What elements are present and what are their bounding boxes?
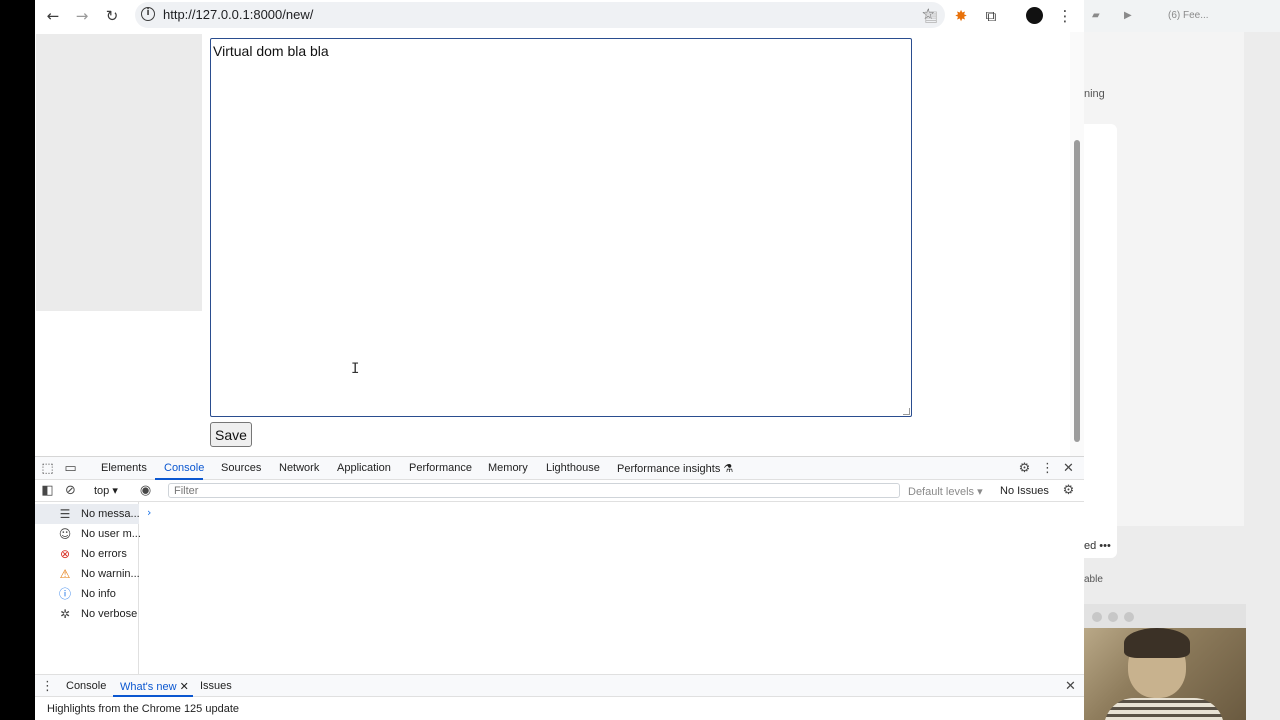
tab-lighthouse[interactable]: Lighthouse [546, 462, 600, 474]
sidebar-item-user-messages[interactable]: ☺ No user m... [35, 524, 141, 544]
screen: ▰ ▶ (6) Fee... ning ed ••• able ← → ↻ i [0, 0, 1280, 720]
background-card [1084, 124, 1117, 558]
webcam-window-titlebar [1084, 604, 1246, 628]
console-sidebar: ☰ No messa... ☺ No user m... ⊗ No errors… [35, 502, 141, 674]
background-app-icon: ▰ [1092, 10, 1100, 21]
warning-icon: ⚠ [59, 567, 71, 581]
minimize-window-button[interactable] [1108, 612, 1118, 622]
text-cursor-icon: I [351, 361, 360, 377]
tab-sources[interactable]: Sources [221, 462, 261, 474]
background-desktop: ▰ ▶ (6) Fee... ning ed ••• able [1084, 0, 1280, 720]
address-bar[interactable]: i http://127.0.0.1:8000/new/ ☆ [135, 2, 945, 28]
drawer-tab-whats-new[interactable]: What's new ✕ [120, 680, 189, 693]
forward-icon[interactable]: → [72, 6, 92, 26]
textarea-value: Virtual dom bla bla [213, 43, 329, 59]
content-textarea[interactable]: Virtual dom bla bla [210, 38, 912, 417]
issues-counter[interactable]: No Issues [1000, 485, 1049, 497]
device-toolbar-icon[interactable]: ▭ [63, 461, 78, 476]
profile-avatar[interactable] [1026, 7, 1043, 24]
scrollbar-thumb[interactable] [1074, 140, 1080, 442]
background-text: ed ••• [1084, 540, 1111, 552]
zoom-window-button[interactable] [1124, 612, 1134, 622]
sidebar-item-info[interactable]: ⓘ No info [35, 584, 139, 604]
drawer-active-indicator [113, 695, 193, 697]
background-tab-linkedin: (6) Fee... [1168, 10, 1209, 21]
extensions-puzzle-icon[interactable]: ⧉ [981, 6, 1001, 26]
whats-new-headline: Highlights from the Chrome 125 update [47, 703, 239, 715]
devtools-panel: ⬚ ▭ Elements Console Sources Network App… [35, 456, 1084, 720]
tab-memory[interactable]: Memory [488, 462, 528, 474]
console-filter-input[interactable] [168, 483, 900, 498]
dropdown-arrow-icon: ▾ [112, 485, 118, 497]
save-button[interactable]: Save [210, 422, 252, 447]
list-icon: ☰ [59, 507, 71, 521]
resize-handle[interactable] [903, 408, 910, 415]
console-settings-gear-icon[interactable]: ⚙ [1061, 483, 1076, 498]
browser-menu-icon[interactable]: ⋮ [1055, 6, 1075, 26]
background-text: able [1084, 574, 1103, 585]
reload-icon[interactable]: ↻ [102, 6, 122, 26]
tab-console[interactable]: Console [164, 462, 204, 474]
experiment-flask-icon: ⚗ [723, 463, 734, 475]
webcam-person-shirt [1104, 698, 1224, 720]
sidebar-item-verbose[interactable]: ✲ No verbose [35, 604, 139, 624]
close-window-button[interactable] [1092, 612, 1102, 622]
sidebar-item-messages[interactable]: ☰ No messa... [35, 504, 140, 524]
background-text: ning [1084, 88, 1105, 100]
close-tab-icon[interactable]: ✕ [180, 681, 189, 693]
browser-toolbar: ← → ↻ i http://127.0.0.1:8000/new/ ☆ ▤ ✸… [35, 0, 1084, 32]
clear-console-icon[interactable]: ⊘ [63, 483, 78, 498]
bug-icon: ✲ [59, 607, 71, 621]
settings-gear-icon[interactable]: ⚙ [1017, 461, 1032, 476]
devtools-menu-icon[interactable]: ⋮ [1040, 461, 1055, 476]
address-url[interactable]: http://127.0.0.1:8000/new/ [163, 7, 313, 22]
console-toolbar: ◧ ⊘ top ▾ ◉ Default levels ▾ No Issues ⚙ [35, 480, 1084, 502]
sidebar-placeholder [36, 34, 202, 311]
site-info-icon[interactable]: i [141, 7, 155, 21]
drawer-tab-issues[interactable]: Issues [200, 680, 232, 692]
live-expression-eye-icon[interactable]: ◉ [138, 483, 153, 498]
sidebar-toggle-icon[interactable]: ◧ [40, 483, 55, 498]
youtube-icon: ▶ [1124, 10, 1132, 21]
drawer-menu-icon[interactable]: ⋮ [40, 679, 55, 694]
tab-performance-insights[interactable]: Performance insights ⚗ [617, 462, 733, 475]
sidebar-item-warnings[interactable]: ⚠ No warnin... [35, 564, 140, 584]
drawer-tab-bar: ⋮ Console What's new ✕ Issues ✕ [35, 674, 1084, 697]
tab-elements[interactable]: Elements [101, 462, 147, 474]
tab-performance[interactable]: Performance [409, 462, 472, 474]
inspect-element-icon[interactable]: ⬚ [40, 461, 55, 476]
webcam-video [1084, 628, 1246, 720]
drawer-tab-console[interactable]: Console [66, 680, 106, 692]
page-viewport: Virtual dom bla bla I Save [35, 32, 1084, 456]
context-selector[interactable]: top ▾ [94, 484, 118, 497]
tab-application[interactable]: Application [337, 462, 391, 474]
extension-page-icon[interactable]: ▤ [921, 6, 941, 26]
browser-window: ← → ↻ i http://127.0.0.1:8000/new/ ☆ ▤ ✸… [35, 0, 1084, 720]
close-drawer-icon[interactable]: ✕ [1063, 679, 1078, 694]
page-scrollbar[interactable] [1070, 32, 1084, 456]
sidebar-item-errors[interactable]: ⊗ No errors [35, 544, 139, 564]
close-devtools-icon[interactable]: ✕ [1061, 461, 1076, 476]
error-icon: ⊗ [59, 547, 71, 561]
background-panel: ning [1084, 32, 1244, 558]
tab-network[interactable]: Network [279, 462, 319, 474]
user-icon: ☺ [58, 527, 72, 541]
devtools-tab-bar: ⬚ ▭ Elements Console Sources Network App… [35, 457, 1084, 480]
console-prompt-chevron-icon[interactable]: › [147, 506, 151, 519]
background-tab-bar: ▰ ▶ (6) Fee... [1084, 0, 1280, 32]
back-icon[interactable]: ← [43, 6, 63, 26]
info-icon: ⓘ [58, 587, 71, 601]
webcam-person-hair [1124, 628, 1190, 658]
log-levels-dropdown[interactable]: Default levels ▾ [908, 485, 983, 498]
extension-spark-icon[interactable]: ✸ [951, 6, 971, 26]
